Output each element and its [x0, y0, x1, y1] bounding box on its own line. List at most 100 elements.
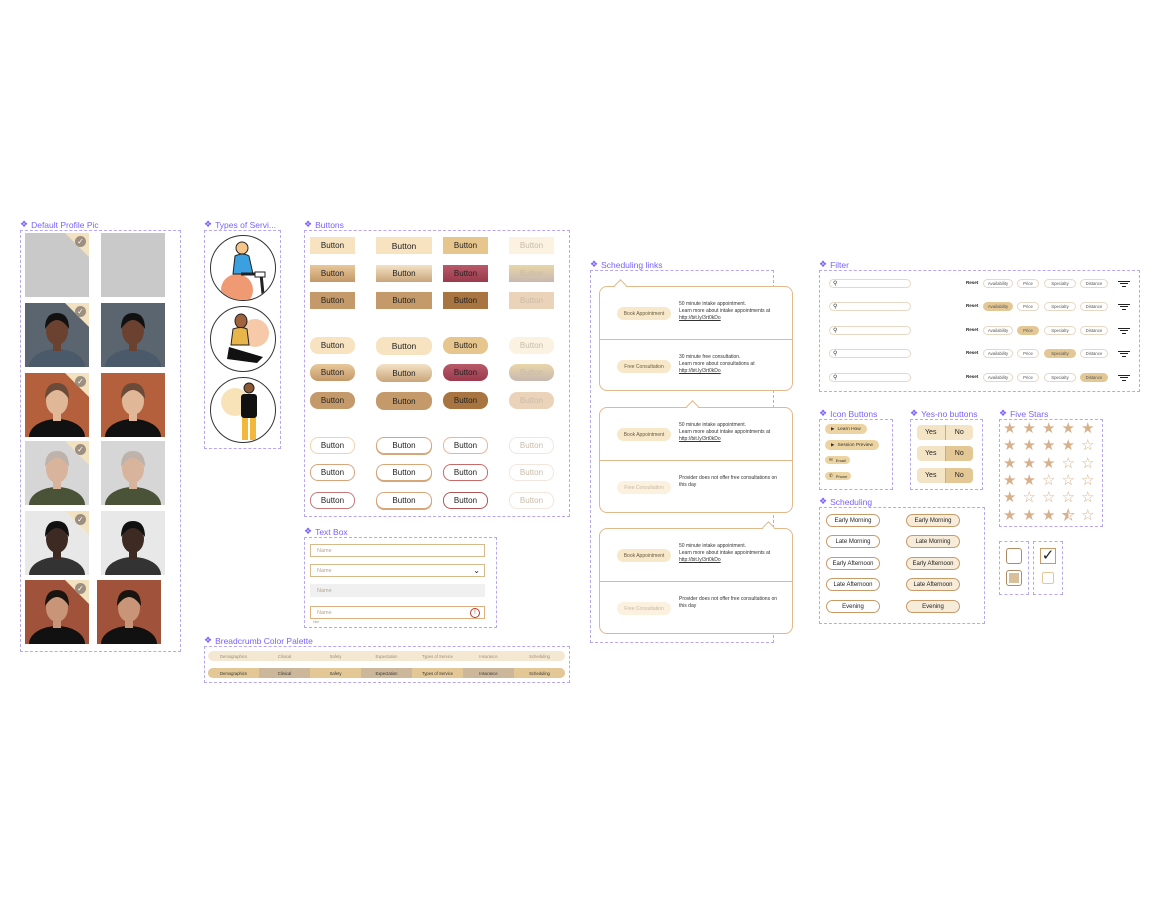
- breadcrumb-item[interactable]: Demographics: [208, 668, 259, 678]
- button[interactable]: Button: [443, 237, 488, 254]
- button[interactable]: Button: [443, 292, 488, 309]
- breadcrumb-item[interactable]: Expectation: [361, 651, 412, 661]
- slot-button[interactable]: Book Appointment: [617, 428, 671, 441]
- info-link[interactable]: http://bit.ly/3rt0kDo: [679, 315, 721, 321]
- search-input[interactable]: ⚲: [829, 302, 911, 311]
- star-icon[interactable]: ★: [1081, 421, 1094, 436]
- filter-chip[interactable]: Distance: [1080, 326, 1108, 335]
- button[interactable]: Button: [443, 392, 488, 409]
- star-icon[interactable]: ★: [1003, 490, 1016, 505]
- reset-link[interactable]: Reset: [966, 280, 978, 285]
- breadcrumb-item[interactable]: Safety: [310, 651, 361, 661]
- star-icon[interactable]: ☆: [1042, 473, 1055, 488]
- button[interactable]: Button: [509, 265, 554, 282]
- checkbox-checked[interactable]: ✓: [1040, 548, 1056, 564]
- star-icon[interactable]: ☆: [1081, 438, 1094, 453]
- breadcrumb-item[interactable]: Types of Service: [412, 651, 463, 661]
- button[interactable]: Button: [376, 464, 432, 481]
- filter-icon[interactable]: [1118, 302, 1130, 311]
- button[interactable]: Button: [509, 437, 554, 454]
- breadcrumb-item[interactable]: Insurance: [463, 668, 514, 678]
- slot-button[interactable]: Book Appointment: [617, 307, 671, 320]
- button[interactable]: Button: [443, 364, 488, 381]
- button[interactable]: Button: [509, 237, 554, 254]
- checkbox-empty[interactable]: [1006, 548, 1022, 564]
- star-icon[interactable]: ★: [1003, 438, 1016, 453]
- icon-button[interactable]: ▶ Learn How: [825, 424, 867, 434]
- filter-chip[interactable]: Price: [1017, 373, 1039, 382]
- yes-no-toggle[interactable]: Yes No: [917, 425, 973, 440]
- button[interactable]: Button: [310, 392, 355, 409]
- star-icon[interactable]: ★: [1042, 508, 1055, 523]
- filter-chip[interactable]: Distance: [1080, 279, 1108, 288]
- button[interactable]: Button: [310, 464, 355, 481]
- search-input[interactable]: ⚲: [829, 279, 911, 288]
- info-link[interactable]: http://bit.ly/3rt0kDo: [679, 436, 721, 442]
- time-slot-chip[interactable]: Early Morning: [826, 514, 880, 527]
- reset-link[interactable]: Reset: [966, 327, 978, 332]
- star-icon[interactable]: ★: [1003, 456, 1016, 471]
- filter-chip[interactable]: Availability: [983, 326, 1013, 335]
- time-slot-chip[interactable]: Early Afternoon: [826, 557, 880, 570]
- name-select-field[interactable]: Name ⌄: [310, 564, 485, 577]
- filter-chip[interactable]: Specialty: [1044, 373, 1076, 382]
- star-icon[interactable]: ☆: [1081, 473, 1094, 488]
- breadcrumb-item[interactable]: Clinical: [259, 668, 310, 678]
- star-icon[interactable]: ★: [1042, 421, 1055, 436]
- breadcrumb-item[interactable]: Clinical: [259, 651, 310, 661]
- reset-link[interactable]: Reset: [966, 374, 978, 379]
- star-icon[interactable]: ☆: [1062, 490, 1075, 505]
- info-link[interactable]: http://bit.ly/3rt0kDo: [679, 557, 721, 563]
- filter-chip[interactable]: Availability: [983, 373, 1013, 382]
- reset-link[interactable]: Reset: [966, 350, 978, 355]
- info-link[interactable]: http://bit.ly/3rt0kDo: [679, 368, 721, 374]
- yes-no-toggle[interactable]: Yes No: [917, 468, 973, 483]
- time-slot-chip-selected[interactable]: Early Afternoon: [906, 557, 960, 570]
- filter-chip[interactable]: Price: [1017, 279, 1039, 288]
- no-option[interactable]: No: [945, 446, 973, 461]
- yes-option[interactable]: Yes: [917, 425, 945, 440]
- filter-chip[interactable]: Price: [1017, 302, 1039, 311]
- breadcrumb-item[interactable]: Types of Service: [412, 668, 463, 678]
- time-slot-chip-selected[interactable]: Evening: [906, 600, 960, 613]
- button[interactable]: Button: [376, 265, 432, 282]
- button[interactable]: Button: [376, 492, 432, 509]
- filter-chip[interactable]: Availability: [983, 349, 1013, 358]
- star-icon[interactable]: ★: [1023, 421, 1036, 436]
- filter-icon[interactable]: [1118, 279, 1130, 288]
- filter-chip[interactable]: Specialty: [1044, 279, 1076, 288]
- time-slot-chip-selected[interactable]: Early Morning: [906, 514, 960, 527]
- star-icon[interactable]: ★: [1023, 508, 1036, 523]
- star-icon[interactable]: ☆: [1023, 490, 1036, 505]
- breadcrumb-item[interactable]: Demographics: [208, 651, 259, 661]
- button[interactable]: Button: [310, 265, 355, 282]
- slot-button[interactable]: Free Consultation: [617, 481, 671, 494]
- button[interactable]: Button: [376, 237, 432, 254]
- filter-chip[interactable]: Specialty: [1044, 349, 1076, 358]
- name-error-field[interactable]: Name!: [310, 606, 485, 619]
- breadcrumb-item[interactable]: Scheduling: [514, 651, 565, 661]
- icon-button[interactable]: ▶ Session Preview: [825, 440, 879, 450]
- button[interactable]: Button: [310, 292, 355, 309]
- filter-chip[interactable]: Price: [1017, 349, 1039, 358]
- button[interactable]: Button: [509, 492, 554, 509]
- no-option[interactable]: No: [945, 468, 973, 483]
- star-icon[interactable]: ★: [1023, 438, 1036, 453]
- star-icon[interactable]: ☆: [1081, 456, 1094, 471]
- search-input[interactable]: ⚲: [829, 349, 911, 358]
- star-icon[interactable]: ☆: [1062, 456, 1075, 471]
- time-slot-chip[interactable]: Late Afternoon: [826, 578, 880, 591]
- search-input[interactable]: ⚲: [829, 373, 911, 382]
- filter-icon[interactable]: [1118, 349, 1130, 358]
- icon-button[interactable]: ✆ Phone: [825, 472, 852, 480]
- star-icon[interactable]: ★: [1062, 438, 1075, 453]
- search-input[interactable]: ⚲: [829, 326, 911, 335]
- button[interactable]: Button: [509, 292, 554, 309]
- yes-no-toggle[interactable]: Yes No: [917, 446, 973, 461]
- button[interactable]: Button: [443, 265, 488, 282]
- star-icon[interactable]: ☆: [1081, 490, 1094, 505]
- time-slot-chip-selected[interactable]: Late Morning: [906, 535, 960, 548]
- filter-chip[interactable]: Distance: [1080, 349, 1108, 358]
- star-icon[interactable]: ★: [1003, 421, 1016, 436]
- filter-chip[interactable]: Specialty: [1044, 302, 1076, 311]
